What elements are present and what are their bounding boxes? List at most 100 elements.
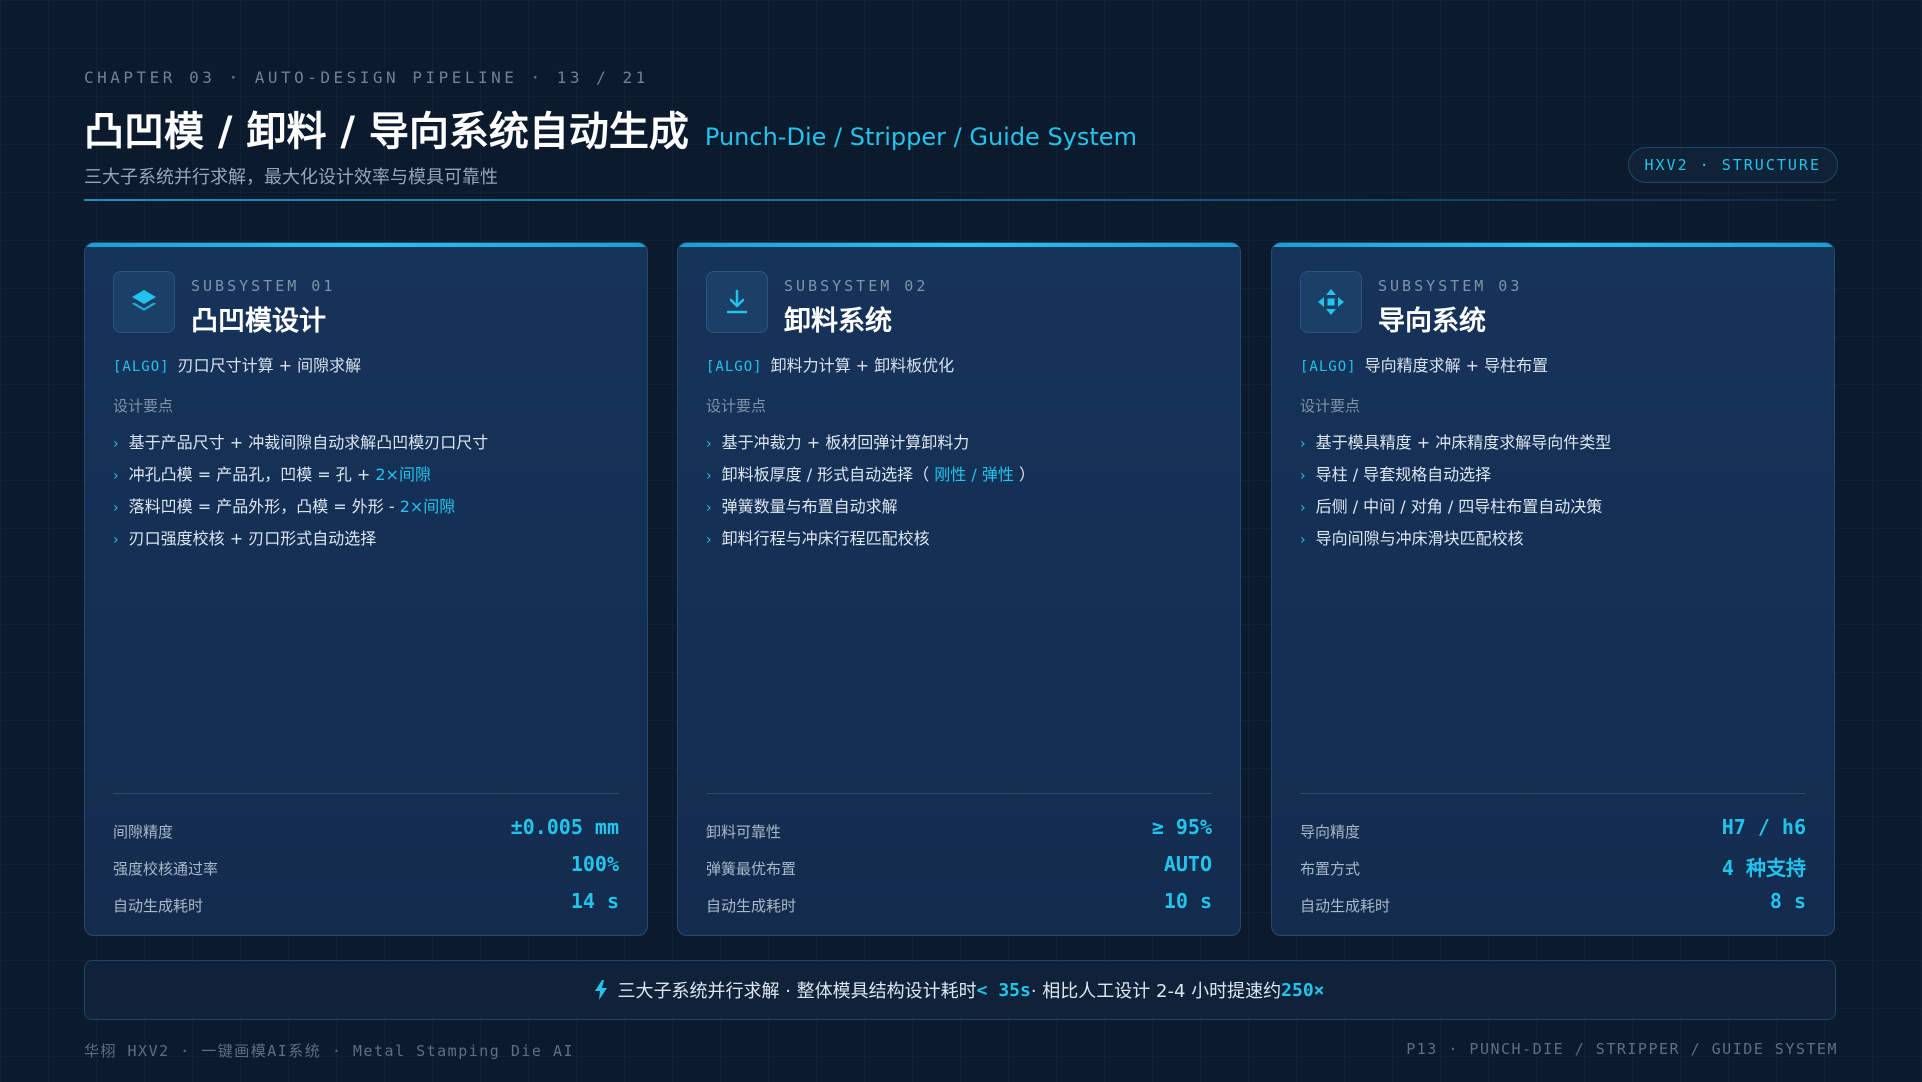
subsystem-card-punch-die: SUBSYSTEM 01 凸凹模设计 [ALGO] 刃口尺寸计算 + 间隙求解 设… <box>84 242 648 936</box>
lightning-icon <box>595 980 608 1000</box>
page-title-english: Punch-Die / Stripper / Guide System <box>704 123 1137 151</box>
list-item: › 基于冲裁力 + 板材回弹计算卸料力 <box>706 433 970 452</box>
footer-left: 华栩 HXV2 · 一键画模AI系统 · Metal Stamping Die … <box>84 1042 575 1060</box>
design-points-list: › 基于产品尺寸 + 冲裁间隙自动求解凸凹模刃口尺寸 › 冲孔凸模 = 产品孔，凹模… <box>113 427 488 555</box>
list-item: › 卸料行程与冲床行程匹配校核 <box>706 529 930 548</box>
list-item: › 弹簧数量与布置自动求解 <box>706 497 898 516</box>
metric-label: 卸料可靠性 <box>706 823 782 841</box>
metric-row: 卸料可靠性 ≥ 95% <box>706 807 1212 844</box>
algo-line: [ALGO] 刃口尺寸计算 + 间隙求解 <box>113 352 361 376</box>
list-item: › 基于产品尺寸 + 冲裁间隙自动求解凸凹模刃口尺寸 <box>113 433 489 452</box>
metric-row: 自动生成耗时 8 s <box>1300 881 1806 918</box>
chevron-right-icon: › <box>113 468 119 484</box>
chevron-right-icon: › <box>1300 468 1306 484</box>
list-item: › 导向间隙与冲床滑块匹配校核 <box>1300 529 1524 548</box>
card-title: 凸凹模设计 <box>191 306 326 337</box>
metric-row: 弹簧最优布置 AUTO <box>706 844 1212 881</box>
list-item: › 冲孔凸模 = 产品孔，凹模 = 孔 + 2×间隙 <box>113 465 431 484</box>
chevron-right-icon: › <box>1300 500 1306 516</box>
list-item: › 卸料板厚度 / 形式自动选择（ 刚性 / 弹性 ） <box>706 465 1035 484</box>
metrics-divider <box>113 793 619 794</box>
chevron-right-icon: › <box>706 468 712 484</box>
algo-line: [ALGO] 卸料力计算 + 卸料板优化 <box>706 352 954 376</box>
metric-value: ≥ 95% <box>1151 815 1212 839</box>
chevron-right-icon: › <box>706 436 712 452</box>
metrics-list: 导向精度 H7 / h6 布置方式 4 种支持 自动生成耗时 8 s <box>1300 807 1806 918</box>
design-points-label: 设计要点 <box>113 397 174 415</box>
layers-icon <box>113 271 175 333</box>
chevron-right-icon: › <box>1300 436 1306 452</box>
title-row: 凸凹模 / 卸料 / 导向系统自动生成 Punch-Die / Stripper… <box>84 99 1836 157</box>
metric-label: 自动生成耗时 <box>1300 897 1391 915</box>
metric-value: 4 种支持 <box>1721 856 1806 880</box>
metric-label: 弹簧最优布置 <box>706 860 797 878</box>
metric-label: 强度校核通过率 <box>113 860 219 878</box>
metric-value: AUTO <box>1163 852 1212 876</box>
highlight-term: 刚性 / 弹性 <box>929 465 1019 484</box>
slide-header: CHAPTER 03 · AUTO-DESIGN PIPELINE · 13 /… <box>84 68 1836 189</box>
metric-value: H7 / h6 <box>1721 815 1806 839</box>
metric-row: 间隙精度 ±0.005 mm <box>113 807 619 844</box>
structure-badge: HXV2 · STRUCTURE <box>1627 147 1838 183</box>
chapter-eyebrow: CHAPTER 03 · AUTO-DESIGN PIPELINE · 13 /… <box>84 68 649 87</box>
algo-text: 卸料力计算 + 卸料板优化 <box>770 356 955 375</box>
metric-row: 强度校核通过率 100% <box>113 844 619 881</box>
algo-text: 刃口尺寸计算 + 间隙求解 <box>177 356 362 375</box>
banner-time-value: < 35s <box>976 979 1031 1001</box>
metric-value: 10 s <box>1163 889 1212 913</box>
design-points-label: 设计要点 <box>706 397 767 415</box>
subsystem-card-stripper: SUBSYSTEM 02 卸料系统 [ALGO] 卸料力计算 + 卸料板优化 设计… <box>677 242 1241 936</box>
chevron-right-icon: › <box>706 500 712 516</box>
metric-label: 布置方式 <box>1300 860 1361 878</box>
card-eyebrow: SUBSYSTEM 03 <box>1378 277 1523 295</box>
banner-text: · 相比人工设计 2-4 小时提速约 <box>1030 981 1282 1002</box>
card-eyebrow: SUBSYSTEM 02 <box>784 277 929 295</box>
metric-row: 自动生成耗时 10 s <box>706 881 1212 918</box>
page-title: 凸凹模 / 卸料 / 导向系统自动生成 <box>84 109 689 155</box>
metric-value: 14 s <box>570 889 619 913</box>
highlight-term: 2×间隙 <box>375 465 431 484</box>
banner-speedup-value: 250× <box>1281 979 1325 1001</box>
list-item: › 后侧 / 中间 / 对角 / 四导柱布置自动决策 <box>1300 497 1603 516</box>
subsystem-card-guide: SUBSYSTEM 03 导向系统 [ALGO] 导向精度求解 + 导柱布置 设计… <box>1271 242 1835 936</box>
card-eyebrow: SUBSYSTEM 01 <box>191 277 336 295</box>
page-subtitle: 三大子系统并行求解，最大化设计效率与模具可靠性 <box>84 167 498 188</box>
design-points-label: 设计要点 <box>1300 397 1361 415</box>
metric-row: 自动生成耗时 14 s <box>113 881 619 918</box>
metric-label: 自动生成耗时 <box>113 897 204 915</box>
header-divider <box>84 199 1836 201</box>
banner-text: 三大子系统并行求解 · 整体模具结构设计耗时 <box>617 981 977 1002</box>
algo-tag: [ALGO] <box>113 359 170 375</box>
metric-row: 布置方式 4 种支持 <box>1300 844 1806 881</box>
chevron-right-icon: › <box>113 532 119 548</box>
algo-tag: [ALGO] <box>1300 359 1357 375</box>
algo-tag: [ALGO] <box>706 359 763 375</box>
design-points-list: › 基于模具精度 + 冲床精度求解导向件类型 › 导柱 / 导套规格自动选择 › 后侧… <box>1300 427 1611 555</box>
metric-value: 8 s <box>1769 889 1806 913</box>
metrics-list: 卸料可靠性 ≥ 95% 弹簧最优布置 AUTO 自动生成耗时 10 s <box>706 807 1212 918</box>
list-item: › 落料凹模 = 产品外形，凸模 = 外形 - 2×间隙 <box>113 497 456 516</box>
metrics-divider <box>1300 793 1806 794</box>
metric-label: 间隙精度 <box>113 823 174 841</box>
metrics-list: 间隙精度 ±0.005 mm 强度校核通过率 100% 自动生成耗时 14 s <box>113 807 619 918</box>
metric-value: ±0.005 mm <box>510 815 619 839</box>
metric-label: 自动生成耗时 <box>706 897 797 915</box>
metric-label: 导向精度 <box>1300 823 1361 841</box>
chevron-right-icon: › <box>113 436 119 452</box>
metric-value: 100% <box>570 852 619 876</box>
list-item: › 导柱 / 导套规格自动选择 <box>1300 465 1492 484</box>
chevron-right-icon: › <box>706 532 712 548</box>
move-arrows-icon <box>1300 271 1362 333</box>
list-item: › 刃口强度校核 + 刃口形式自动选择 <box>113 529 377 548</box>
chevron-right-icon: › <box>1300 532 1306 548</box>
summary-banner: 三大子系统并行求解 · 整体模具结构设计耗时 < 35s · 相比人工设计 2-… <box>84 960 1836 1020</box>
algo-text: 导向精度求解 + 导柱布置 <box>1364 356 1549 375</box>
list-item: › 基于模具精度 + 冲床精度求解导向件类型 <box>1300 433 1612 452</box>
algo-line: [ALGO] 导向精度求解 + 导柱布置 <box>1300 352 1548 376</box>
card-title: 卸料系统 <box>784 306 892 337</box>
chevron-right-icon: › <box>113 500 119 516</box>
footer-right: P13 · PUNCH-DIE / STRIPPER / GUIDE SYSTE… <box>1406 1040 1838 1058</box>
design-points-list: › 基于冲裁力 + 板材回弹计算卸料力 › 卸料板厚度 / 形式自动选择（ 刚性 /… <box>706 427 1035 555</box>
metric-row: 导向精度 H7 / h6 <box>1300 807 1806 844</box>
highlight-term: 2×间隙 <box>399 497 456 516</box>
